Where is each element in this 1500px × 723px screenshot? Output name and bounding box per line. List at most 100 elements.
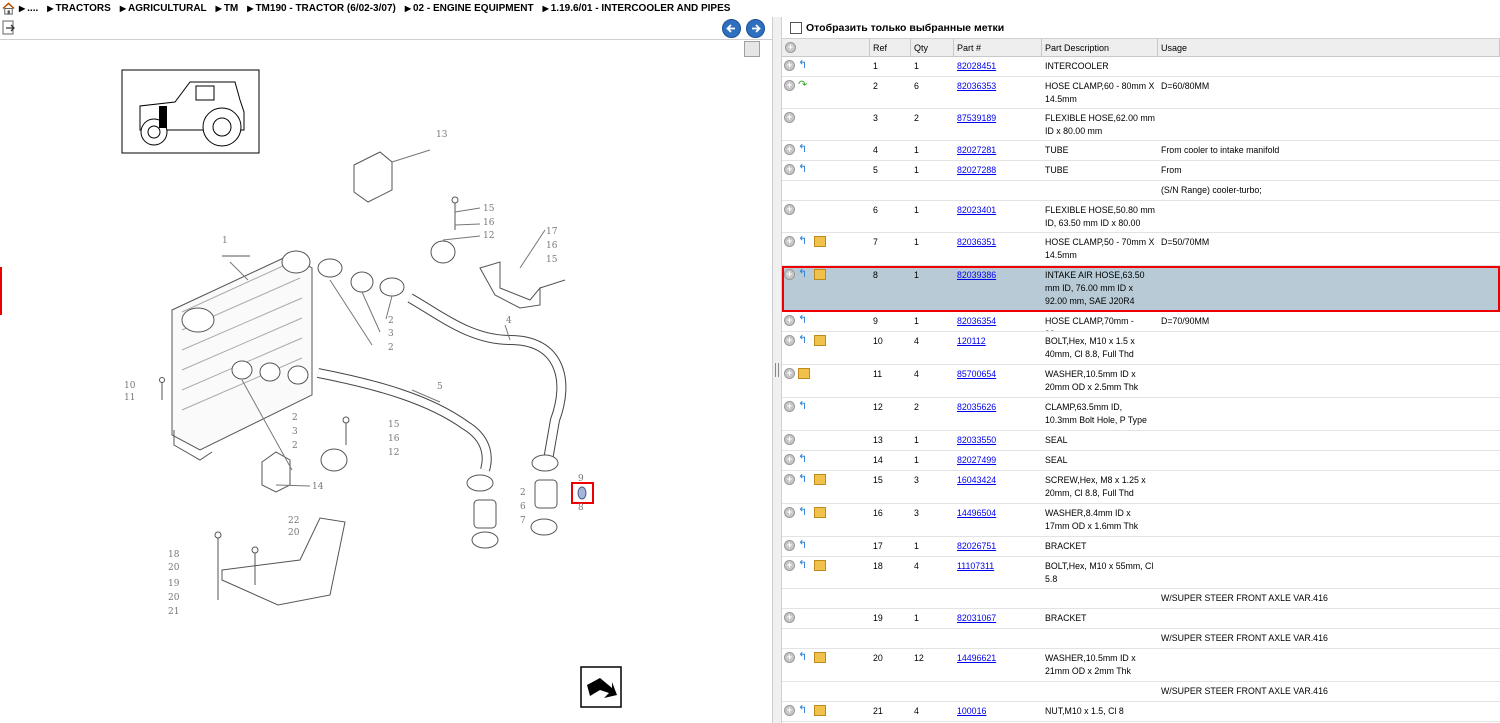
expand-row-icon[interactable]: + [784, 612, 795, 623]
expand-row-icon[interactable]: + [784, 315, 795, 326]
part-number-cell[interactable] [954, 181, 1042, 200]
part-number-cell[interactable] [954, 629, 1042, 648]
replacement-arrow-icon[interactable]: ↰ [798, 474, 811, 485]
export-icon[interactable] [2, 20, 16, 36]
part-number-cell[interactable]: 85700654 [954, 365, 1042, 397]
package-icon[interactable] [814, 236, 826, 247]
header-ref[interactable]: Ref [870, 39, 911, 57]
table-row[interactable]: W/SUPER STEER FRONT AXLE VAR.416 [782, 682, 1500, 702]
part-number-link[interactable]: 82027288 [957, 165, 996, 175]
replacement-arrow-icon[interactable]: ↰ [798, 269, 811, 280]
table-row-selected[interactable]: + ↰ 8 1 82039386 INTAKE AIR HOSE,63.50 mm ID,… [782, 266, 1500, 312]
part-number-cell[interactable]: 82023401 [954, 201, 1042, 232]
home-icon[interactable] [2, 2, 15, 15]
part-number-cell[interactable]: 82035626 [954, 398, 1042, 430]
pane-splitter[interactable] [772, 17, 782, 723]
expand-row-icon[interactable]: + [784, 401, 795, 412]
package-icon[interactable] [814, 269, 826, 280]
table-row[interactable]: +6 1 82023401 FLEXIBLE HOSE,50.80 mm ID, 63… [782, 201, 1500, 233]
part-number-cell[interactable]: 82036354 [954, 312, 1042, 331]
header-part[interactable]: Part # [954, 39, 1042, 57]
table-row[interactable]: +↰9182036354HOSE CLAMP,70mm - 90mmD=70/9… [782, 312, 1500, 332]
table-row[interactable]: + ↰ 4 1 82027281 TUBE From cooler to intake ma… [782, 141, 1500, 161]
table-row[interactable]: + ↰ 7 1 82036351 HOSE CLAMP,50 - 70mm X 14.5m… [782, 233, 1500, 266]
forward-button[interactable] [746, 19, 765, 38]
part-number-cell[interactable]: 82028451 [954, 57, 1042, 76]
package-icon[interactable] [814, 335, 826, 346]
table-row[interactable]: +11 4 85700654 WASHER,10.5mm ID x 20mm OD x… [782, 365, 1500, 398]
part-number-cell[interactable]: 82031067 [954, 609, 1042, 628]
part-number-link[interactable]: 120112 [957, 336, 986, 346]
table-row[interactable]: + ↰ 5 1 82027288 TUBE From [782, 161, 1500, 181]
table-row[interactable]: + ↰ 10 4 120112 BOLT,Hex, M10 x 1.5 x 40mm, C… [782, 332, 1500, 365]
expand-row-icon[interactable]: + [784, 454, 795, 465]
table-row[interactable]: +3 2 87539189 FLEXIBLE HOSE,62.00 mm ID x 8… [782, 109, 1500, 141]
breadcrumb-item-section[interactable]: ▶ 02 - ENGINE EQUIPMENT [405, 3, 534, 14]
part-number-link[interactable]: 82023401 [957, 205, 996, 215]
package-icon[interactable] [814, 652, 826, 663]
part-number-cell[interactable]: 82036353 [954, 77, 1042, 108]
back-button[interactable] [722, 19, 741, 38]
part-number-cell[interactable]: 11107311 [954, 557, 1042, 588]
part-number-link[interactable]: 82039386 [957, 270, 996, 280]
show-selected-checkbox[interactable] [790, 21, 802, 34]
expand-row-icon[interactable]: + [784, 434, 795, 445]
part-number-link[interactable]: 14496504 [957, 508, 996, 518]
expand-row-icon[interactable]: + [784, 80, 795, 91]
replacement-arrow-icon[interactable]: ↰ [798, 507, 811, 518]
part-number-link[interactable]: 82026751 [957, 541, 996, 551]
breadcrumb-item-agricultural[interactable]: ▶ AGRICULTURAL [120, 3, 207, 14]
replacement-arrow-icon[interactable]: ↰ [798, 540, 811, 551]
part-number-cell[interactable]: 82027499 [954, 451, 1042, 470]
replacement-arrow-icon[interactable]: ↰ [798, 560, 811, 571]
expand-row-icon[interactable]: + [784, 474, 795, 485]
selected-part-highlight[interactable] [571, 482, 594, 504]
table-row[interactable]: + ↰ 17 1 82026751 BRACKET [782, 537, 1500, 557]
header-qty[interactable]: Qty [911, 39, 954, 57]
table-row[interactable]: + ↰ 18 4 11107311 BOLT,Hex, M10 x 55mm, Cl 5.… [782, 557, 1500, 589]
package-icon[interactable] [814, 705, 826, 716]
table-row[interactable]: + ↰ 14 1 82027499 SEAL [782, 451, 1500, 471]
part-number-cell[interactable] [954, 589, 1042, 608]
table-row[interactable]: + ↷ 2 6 82036353 HOSE CLAMP,60 - 80mm X 14.5m… [782, 77, 1500, 109]
table-row[interactable]: + ↰ 21 4 100016 NUT,M10 x 1.5, Cl 8 [782, 702, 1500, 722]
part-number-cell[interactable]: 100016 [954, 702, 1042, 721]
part-number-cell[interactable]: 82026751 [954, 537, 1042, 556]
part-number-link[interactable]: 82033550 [957, 435, 996, 445]
part-number-cell[interactable]: 14496504 [954, 504, 1042, 536]
part-number-link[interactable]: 82028451 [957, 61, 996, 71]
expand-row-icon[interactable]: + [784, 164, 795, 175]
part-number-link[interactable]: 82036354 [957, 316, 996, 326]
expand-row-icon[interactable]: + [784, 705, 795, 716]
expand-row-icon[interactable]: + [784, 269, 795, 280]
part-number-cell[interactable]: 82039386 [954, 266, 1042, 311]
part-number-link[interactable]: 85700654 [957, 369, 996, 379]
expand-row-icon[interactable]: + [784, 507, 795, 518]
part-number-link[interactable]: 82036351 [957, 237, 996, 247]
part-number-cell[interactable]: 120112 [954, 332, 1042, 364]
part-number-link[interactable]: 11107311 [957, 561, 994, 571]
breadcrumb-item-root[interactable]: ▶.... [19, 3, 38, 14]
replacement-arrow-icon[interactable]: ↰ [798, 60, 811, 71]
table-row[interactable]: + ↰ 20 12 14496621 WASHER,10.5mm ID x 21mm OD… [782, 649, 1500, 682]
next-sheet-icon[interactable] [580, 666, 622, 708]
part-number-link[interactable]: 14496621 [957, 653, 996, 663]
green-arrow-icon[interactable]: ↷ [798, 80, 811, 91]
package-icon[interactable] [814, 474, 826, 485]
part-number-link[interactable]: 82036353 [957, 81, 996, 91]
part-number-link[interactable]: 82027281 [957, 145, 996, 155]
part-number-link[interactable]: 82027499 [957, 455, 996, 465]
header-description[interactable]: Part Description [1042, 39, 1158, 57]
expand-row-icon[interactable]: + [784, 335, 795, 346]
breadcrumb-item-tm[interactable]: ▶ TM [216, 3, 239, 14]
part-number-cell[interactable]: 82027281 [954, 141, 1042, 160]
table-row[interactable]: + ↰ 1 1 82028451 INTERCOOLER [782, 57, 1500, 77]
expand-row-icon[interactable]: + [784, 540, 795, 551]
expand-row-icon[interactable]: + [784, 60, 795, 71]
part-number-link[interactable]: 100016 [957, 706, 986, 716]
table-row[interactable]: W/SUPER STEER FRONT AXLE VAR.416 [782, 589, 1500, 609]
table-row[interactable]: + ↰ 15 3 16043424 SCREW,Hex, M8 x 1.25 x 20mm… [782, 471, 1500, 504]
table-row[interactable]: + ↰ 12 2 82035626 CLAMP,63.5mm ID, 10.3mm Bol… [782, 398, 1500, 431]
expand-row-icon[interactable]: + [784, 236, 795, 247]
replacement-arrow-icon[interactable]: ↰ [798, 236, 811, 247]
